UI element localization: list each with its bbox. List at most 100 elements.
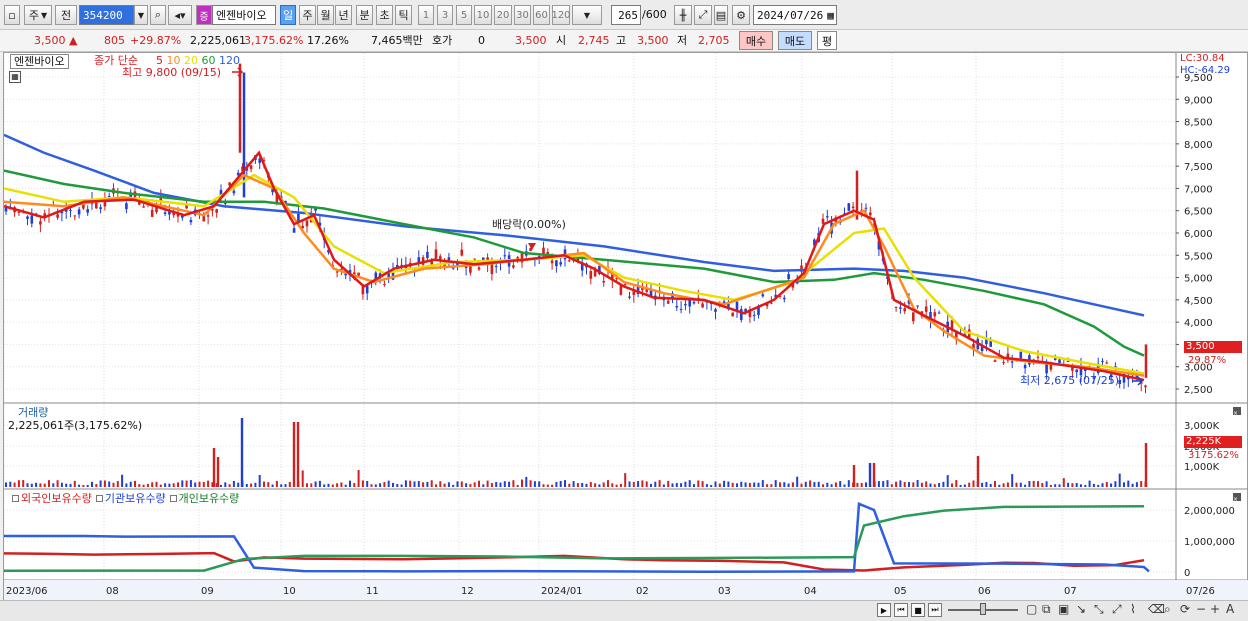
period-3-button[interactable]: 년 <box>335 5 352 25</box>
foreign-holding-line <box>3 551 1145 572</box>
zoom-out-icon[interactable]: − <box>1196 602 1206 616</box>
period-2-button[interactable]: 월 <box>317 5 334 25</box>
holding-series-box[interactable] <box>12 495 19 502</box>
stock-name-field[interactable]: 엔젠바이오 <box>212 5 276 25</box>
interval-1-button[interactable]: 1 <box>418 5 434 25</box>
mode-primary-button[interactable]: 주 ▼ <box>24 5 52 25</box>
candle-body <box>142 206 145 208</box>
zoom-search-icon[interactable]: ⌕ <box>1164 602 1171 617</box>
volume-bar <box>172 483 175 487</box>
volume-bar <box>718 483 721 487</box>
volume-bar <box>1067 482 1070 487</box>
volume-bar <box>839 481 842 487</box>
sell-button[interactable]: 매도 <box>778 31 812 50</box>
period-5-button[interactable]: 초 <box>376 5 393 25</box>
volume-bar <box>73 480 76 487</box>
volume-bar <box>542 484 545 487</box>
stop-icon[interactable]: ■ <box>911 603 925 617</box>
candle-body <box>426 251 429 258</box>
volume-bar <box>787 483 790 487</box>
volume-bar <box>267 482 270 487</box>
volume-bar <box>168 483 171 487</box>
period-0-button[interactable]: 일 <box>280 5 296 25</box>
avg-button[interactable]: 평 <box>817 31 837 50</box>
scroll-right-icon[interactable]: ▶ <box>877 603 891 617</box>
speaker-icon[interactable]: ◂▾ <box>168 5 192 25</box>
candle-body <box>26 216 29 219</box>
period-1-button[interactable]: 주 <box>299 5 316 25</box>
window-icon[interactable]: ▫ <box>4 5 20 25</box>
candle-body <box>912 312 915 322</box>
volume-bar <box>779 482 781 487</box>
volume-bar <box>1084 484 1087 487</box>
interval-30-button[interactable]: 30 <box>514 5 531 25</box>
last-icon[interactable]: ⏭ <box>928 603 942 617</box>
zoom-in-icon[interactable]: + <box>1210 602 1220 616</box>
period-6-button[interactable]: 틱 <box>395 5 412 25</box>
text-tool-icon[interactable]: ⤢ <box>1112 602 1122 617</box>
volume-spike <box>872 463 876 487</box>
volume-bar <box>576 483 579 487</box>
text-size-icon[interactable]: A <box>1226 602 1234 616</box>
candle-type-icon[interactable]: ╫ <box>674 5 692 25</box>
volume-close-icon[interactable]: × <box>1233 407 1241 417</box>
refresh-icon[interactable]: ⟳ <box>1180 602 1190 616</box>
holding-series-box[interactable] <box>95 495 103 502</box>
candle-body <box>1036 356 1040 358</box>
volume-bar <box>766 484 769 487</box>
price-tick-label: 6,500 <box>1184 207 1213 218</box>
code-dropdown-icon[interactable]: ▼ <box>134 5 148 25</box>
gear-icon[interactable]: ⚙ <box>732 5 750 25</box>
interval-60-button[interactable]: 60 <box>533 5 550 25</box>
mode-prev-button[interactable]: 전 <box>55 5 77 25</box>
layout-icon-2[interactable]: ⧉ <box>1042 602 1051 617</box>
overlay-icon[interactable]: ⤢ <box>694 5 712 25</box>
volume-bar <box>680 483 683 487</box>
open-label: 시 <box>556 34 567 47</box>
layout-icon-3[interactable]: ▣ <box>1058 602 1069 616</box>
stock-name-tag[interactable]: 엔젠바이오 <box>10 54 69 69</box>
volume-bar <box>108 481 111 487</box>
magnet-icon[interactable]: ⌇ <box>1130 602 1136 616</box>
volume-bar <box>490 483 493 487</box>
holding-close-icon[interactable]: × <box>1233 493 1241 503</box>
calculator-icon[interactable]: ▦ <box>9 71 21 83</box>
line-tool-icon[interactable]: ↘ <box>1076 602 1086 616</box>
interval-10-button[interactable]: 10 <box>474 5 492 25</box>
candle-body <box>735 301 739 311</box>
candle-body <box>826 216 829 218</box>
interval-120-button[interactable]: 120 <box>551 5 571 25</box>
search-icon[interactable]: ⌕ <box>150 5 166 25</box>
x-axis-tick: 04 <box>804 586 817 597</box>
chart-canvas[interactable]: 2023/06 08 09 10 11 12 2024/01 02 03 04 05 06 07 07/2… <box>3 53 1248 601</box>
chart-panel[interactable]: 2023/06 08 09 10 11 12 2024/01 02 03 04 05 06 07 07/2… <box>3 52 1248 601</box>
candle-body <box>516 257 519 259</box>
date-input[interactable]: 2024/07/26 ▦ <box>753 5 837 25</box>
interval-20-button[interactable]: 20 <box>494 5 512 25</box>
date-value: 2024/07/26 <box>757 8 824 22</box>
period-4-button[interactable]: 분 <box>356 5 373 25</box>
holding-series-box[interactable] <box>169 495 177 502</box>
volume-bar <box>392 482 394 487</box>
calendar-icon[interactable]: ▦ <box>827 9 834 22</box>
volume-bar <box>400 484 403 487</box>
interval-dropdown[interactable]: ▼ <box>572 5 602 25</box>
volume-bar <box>9 481 12 487</box>
volume-bar <box>572 481 575 487</box>
count-input[interactable]: 265 <box>611 5 641 25</box>
erase-icon[interactable]: ⌫ <box>1148 602 1165 616</box>
stock-code-input[interactable]: 354200 <box>79 5 134 25</box>
volume-bar <box>632 481 635 487</box>
zoom-slider-thumb[interactable] <box>980 603 986 615</box>
layout-icon-1[interactable]: ▢ <box>1026 602 1037 616</box>
buy-button[interactable]: 매수 <box>739 31 773 50</box>
interval-3-button[interactable]: 3 <box>437 5 453 25</box>
volume-bar <box>895 481 898 487</box>
first-icon[interactable]: ⏮ <box>894 603 908 617</box>
draw-tool-icon[interactable]: ⤡ <box>1094 602 1104 617</box>
volume-bar <box>946 475 949 487</box>
interval-5-button[interactable]: 5 <box>456 5 472 25</box>
save-icon[interactable]: ▤ <box>714 5 728 25</box>
volume-bar <box>882 481 885 487</box>
high-value: 3,500 <box>637 34 669 47</box>
